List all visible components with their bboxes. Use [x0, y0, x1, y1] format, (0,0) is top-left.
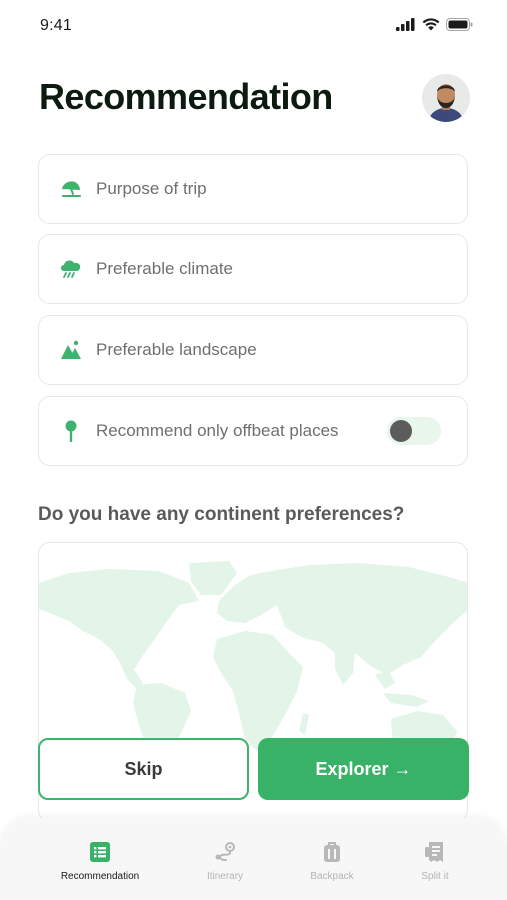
preferable-landscape-field[interactable]: Preferable landscape — [38, 315, 468, 385]
battery-icon — [446, 18, 473, 36]
receipt-icon — [423, 840, 447, 864]
field-label: Preferable climate — [96, 259, 234, 278]
nav-label: Backpack — [310, 871, 354, 882]
field-label: Recommend only offbeat places — [96, 421, 339, 440]
nav-item-backpack[interactable]: Backpack — [277, 840, 387, 882]
toggle-knob — [390, 420, 412, 442]
status-bar: 9:41 — [0, 0, 507, 54]
signal-icon — [396, 18, 416, 36]
avatar[interactable] — [422, 74, 470, 122]
preferable-climate-field[interactable]: Preferable climate — [38, 234, 468, 304]
bottom-nav: Recommendation Itinerary Backpack Split … — [0, 818, 507, 900]
offbeat-toggle[interactable] — [387, 417, 441, 445]
nav-label: Split it — [421, 871, 449, 882]
field-label: Purpose of trip — [96, 179, 207, 198]
field-label: Preferable landscape — [96, 340, 257, 359]
nav-label: Recommendation — [60, 871, 140, 882]
list-icon — [88, 840, 112, 864]
explorer-button[interactable]: Explorer → — [258, 738, 469, 800]
nav-item-split-it[interactable]: Split it — [380, 840, 490, 882]
nav-item-recommendation[interactable]: Recommendation — [45, 840, 155, 882]
continent-section-title: Do you have any continent preferences? — [38, 504, 405, 525]
skip-button[interactable]: Skip — [38, 738, 249, 800]
status-icons — [396, 18, 473, 36]
pin-icon — [59, 419, 83, 443]
offbeat-places-field: Recommend only offbeat places — [38, 396, 468, 466]
wifi-icon — [422, 18, 440, 36]
nav-label: Itinerary — [206, 871, 244, 882]
page-title: Recommendation — [39, 76, 333, 117]
mountain-icon — [59, 338, 83, 362]
purpose-of-trip-field[interactable]: Purpose of trip — [38, 154, 468, 224]
route-icon — [213, 840, 237, 864]
nav-item-itinerary[interactable]: Itinerary — [170, 840, 280, 882]
status-time: 9:41 — [40, 17, 72, 34]
umbrella-icon — [59, 177, 83, 201]
backpack-icon — [320, 840, 344, 864]
cloud-rain-icon — [59, 257, 83, 281]
